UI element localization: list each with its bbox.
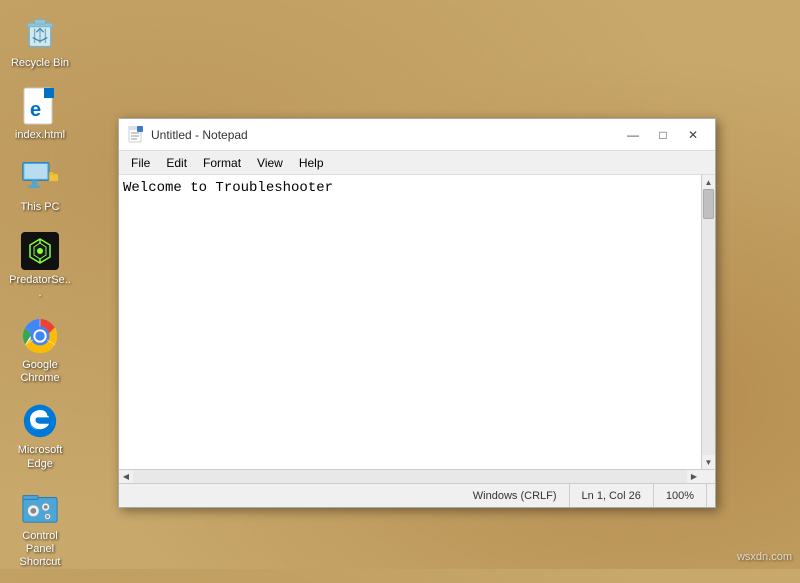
this-pc-svg <box>21 162 59 194</box>
status-line-col: Ln 1, Col 26 <box>570 484 654 507</box>
notepad-window: Untitled - Notepad — □ ✕ File Edit Forma… <box>118 118 716 508</box>
google-chrome-label: Google Chrome <box>8 359 72 385</box>
predator-logo-svg <box>26 237 54 265</box>
desktop: Recycle Bin e index.html <box>0 0 800 569</box>
index-html-svg: e <box>22 86 58 126</box>
google-chrome-icon[interactable]: Google Chrome <box>4 312 76 389</box>
line-col-text: Ln 1, Col 26 <box>582 490 641 502</box>
recycle-bin-label: Recycle Bin <box>11 57 69 70</box>
edge-svg <box>22 403 58 439</box>
scroll-corner <box>701 470 715 484</box>
minimize-button[interactable]: — <box>619 125 647 145</box>
status-zoom: 100% <box>654 484 707 507</box>
recycle-bin-svg <box>22 16 58 52</box>
recycle-bin-icon[interactable]: Recycle Bin <box>4 10 76 74</box>
microsoft-edge-icon[interactable]: Microsoft Edge <box>4 397 76 474</box>
chrome-svg <box>21 317 59 355</box>
menu-view[interactable]: View <box>249 154 291 172</box>
notepad-scrollbar-vertical[interactable]: ▲ ▼ <box>701 175 715 469</box>
close-button[interactable]: ✕ <box>679 125 707 145</box>
this-pc-icon[interactable]: This PC <box>4 154 76 218</box>
this-pc-label: This PC <box>20 201 59 214</box>
index-html-icon[interactable]: e index.html <box>4 82 76 146</box>
control-panel-icon[interactable]: Control Panel Shortcut <box>4 483 76 574</box>
menu-format[interactable]: Format <box>195 154 249 172</box>
desktop-icons: Recycle Bin e index.html <box>0 0 80 583</box>
notepad-statusbar: Windows (CRLF) Ln 1, Col 26 100% <box>119 483 715 507</box>
scroll-left-arrow[interactable]: ◀ <box>119 470 133 484</box>
scroll-right-arrow[interactable]: ▶ <box>687 470 701 484</box>
notepad-title: Untitled - Notepad <box>151 128 619 142</box>
index-html-label: index.html <box>15 129 65 142</box>
watermark: wsxdn.com <box>737 551 792 563</box>
encoding-text: Windows (CRLF) <box>473 490 557 502</box>
notepad-textarea[interactable]: Welcome to Troubleshooter <box>119 175 701 469</box>
notepad-textarea-wrapper: Welcome to Troubleshooter <box>119 175 701 469</box>
scroll-track-vertical[interactable] <box>702 189 715 455</box>
control-panel-svg <box>21 488 59 526</box>
status-encoding: Windows (CRLF) <box>461 484 570 507</box>
scroll-up-arrow[interactable]: ▲ <box>702 175 716 189</box>
menu-edit[interactable]: Edit <box>158 154 195 172</box>
menu-help[interactable]: Help <box>291 154 332 172</box>
maximize-button[interactable]: □ <box>649 125 677 145</box>
predator-sense-icon[interactable]: PredatorSe... <box>4 227 76 304</box>
notepad-scrollbar-horizontal[interactable]: ◀ ▶ <box>119 469 715 483</box>
notepad-titlebar: Untitled - Notepad — □ ✕ <box>119 119 715 151</box>
watermark-text: wsxdn.com <box>737 551 792 563</box>
scroll-down-arrow[interactable]: ▼ <box>702 455 716 469</box>
predator-icon-bg <box>21 232 59 270</box>
notepad-content-area: Welcome to Troubleshooter ▲ ▼ <box>119 175 715 469</box>
menu-file[interactable]: File <box>123 154 158 172</box>
control-panel-label: Control Panel Shortcut <box>8 530 72 570</box>
scroll-thumb-vertical[interactable] <box>703 189 714 219</box>
notepad-icon <box>127 126 145 144</box>
predator-sense-label: PredatorSe... <box>8 274 72 300</box>
zoom-text: 100% <box>666 490 694 502</box>
scroll-track-horizontal[interactable] <box>133 470 687 483</box>
notepad-menubar: File Edit Format View Help <box>119 151 715 175</box>
microsoft-edge-label: Microsoft Edge <box>8 444 72 470</box>
titlebar-buttons: — □ ✕ <box>619 125 707 145</box>
svg-text:e: e <box>30 99 41 121</box>
